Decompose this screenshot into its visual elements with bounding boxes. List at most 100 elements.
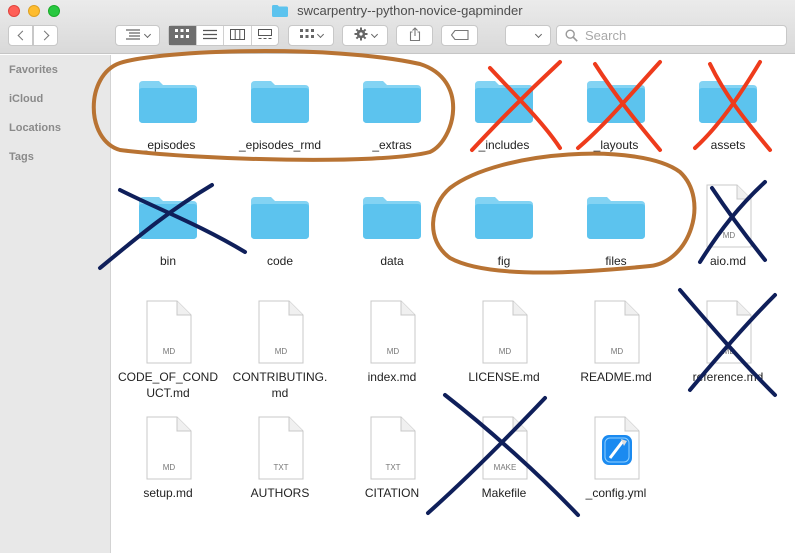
chevron-down-icon	[534, 30, 542, 38]
file-item[interactable]: fig	[448, 181, 560, 269]
file-item[interactable]: MAKE Makefile	[448, 413, 560, 501]
file-name-label: _config.yml	[585, 486, 647, 500]
file-item[interactable]: _episodes	[112, 65, 224, 153]
folder-icon	[357, 181, 427, 251]
sidebar-toggle-button[interactable]	[115, 25, 160, 46]
sidebar: Favorites iCloud Locations Tags	[0, 55, 111, 553]
svg-text:TXT: TXT	[385, 463, 400, 472]
file-item[interactable]: _extras	[336, 65, 448, 153]
folder-icon	[581, 181, 651, 251]
sidebar-item-locations[interactable]: Locations	[9, 122, 61, 134]
file-name-label: CODE_OF_COND UCT.md	[112, 369, 224, 401]
chevron-down-icon	[143, 30, 152, 38]
column-view-button[interactable]	[224, 26, 252, 45]
document-icon: MD	[693, 181, 763, 251]
file-name-label: _layouts	[593, 138, 639, 152]
title-bar: swcarpentry--python-novice-gapminder Sea…	[0, 0, 795, 54]
svg-text:MD: MD	[499, 347, 512, 356]
chevron-down-icon	[316, 30, 324, 38]
file-item[interactable]: MD CONTRIBUTING. md	[224, 297, 336, 401]
share-button[interactable]	[396, 25, 433, 46]
svg-text:MD: MD	[387, 347, 400, 356]
file-name-label: _episodes_rmd	[238, 138, 322, 152]
document-icon: MD	[133, 413, 203, 483]
file-name-label: Makefile	[481, 486, 527, 500]
file-item[interactable]: data	[336, 181, 448, 269]
tags-button[interactable]	[441, 25, 478, 46]
document-icon: TXT	[357, 413, 427, 483]
file-name-label: CITATION	[364, 486, 420, 500]
file-item[interactable]: MD reference.md	[672, 297, 784, 385]
file-item[interactable]: TXT AUTHORS	[224, 413, 336, 501]
back-button[interactable]	[8, 25, 33, 46]
svg-text:MD: MD	[723, 347, 736, 356]
file-item[interactable]: MD index.md	[336, 297, 448, 385]
file-item[interactable]: bin	[112, 181, 224, 269]
action-menu-button[interactable]	[342, 25, 388, 46]
folder-icon	[133, 181, 203, 251]
search-field[interactable]: Search	[556, 25, 787, 46]
folder-icon	[693, 65, 763, 135]
file-name-label: index.md	[367, 370, 417, 384]
folder-icon	[272, 4, 289, 17]
file-item[interactable]: assets	[672, 65, 784, 153]
file-item[interactable]: MD CODE_OF_COND UCT.md	[112, 297, 224, 401]
grid-icon	[299, 28, 314, 43]
xcode-document-icon	[581, 413, 651, 483]
document-icon: TXT	[245, 413, 315, 483]
forward-button[interactable]	[33, 25, 58, 46]
file-name-label: data	[380, 254, 404, 268]
folder-icon	[357, 65, 427, 135]
document-icon: MD	[469, 297, 539, 367]
document-icon: MD	[581, 297, 651, 367]
file-name-label: CONTRIBUTING. md	[224, 369, 336, 401]
file-item[interactable]: _layouts	[560, 65, 672, 153]
folder-icon	[245, 65, 315, 135]
list-icon	[202, 29, 217, 43]
file-item[interactable]: _includes	[448, 65, 560, 153]
document-icon: MD	[245, 297, 315, 367]
file-item[interactable]: MD aio.md	[672, 181, 784, 269]
file-name-label: aio.md	[709, 254, 747, 268]
file-name-label: assets	[710, 138, 746, 152]
document-icon: MD	[133, 297, 203, 367]
file-item[interactable]: code	[224, 181, 336, 269]
sidebar-item-icloud[interactable]: iCloud	[9, 93, 43, 105]
folder-icon	[581, 65, 651, 135]
file-name-label: code	[266, 254, 294, 268]
file-item[interactable]: files	[560, 181, 672, 269]
file-name-label: _includes	[478, 138, 530, 152]
sidebar-item-favorites[interactable]: Favorites	[9, 64, 58, 76]
icon-view-button[interactable]	[169, 26, 197, 45]
folder-icon	[469, 181, 539, 251]
file-item[interactable]: TXT CITATION	[336, 413, 448, 501]
svg-text:MD: MD	[163, 463, 176, 472]
file-item[interactable]: MD LICENSE.md	[448, 297, 560, 385]
file-name-label: LICENSE.md	[468, 370, 540, 384]
folder-icon	[469, 65, 539, 135]
chevron-down-icon	[370, 30, 378, 38]
share-icon	[409, 27, 421, 44]
gallery-view-button[interactable]	[252, 26, 279, 45]
svg-text:MD: MD	[163, 347, 176, 356]
file-item[interactable]: _config.yml	[560, 413, 672, 501]
file-item[interactable]: MD README.md	[560, 297, 672, 385]
gear-icon	[354, 27, 368, 44]
file-name-label: AUTHORS	[250, 486, 310, 500]
chevron-left-icon	[17, 30, 27, 41]
file-name-line: CODE_OF_COND	[117, 370, 218, 384]
file-item[interactable]: MD setup.md	[112, 413, 224, 501]
search-icon	[565, 28, 579, 43]
file-item[interactable]: _episodes_rmd	[224, 65, 336, 153]
grid-icon	[175, 28, 190, 43]
file-name-line: CONTRIBUTING.	[232, 370, 328, 384]
file-name-label: fig	[497, 254, 511, 268]
columns-icon	[229, 28, 245, 43]
document-icon: MD	[693, 297, 763, 367]
path-dropdown-button[interactable]	[505, 25, 551, 46]
list-view-button[interactable]	[197, 26, 224, 45]
group-by-button[interactable]	[288, 25, 334, 46]
sidebar-item-tags[interactable]: Tags	[9, 151, 34, 163]
chevron-right-icon	[39, 30, 49, 41]
folder-icon	[245, 181, 315, 251]
